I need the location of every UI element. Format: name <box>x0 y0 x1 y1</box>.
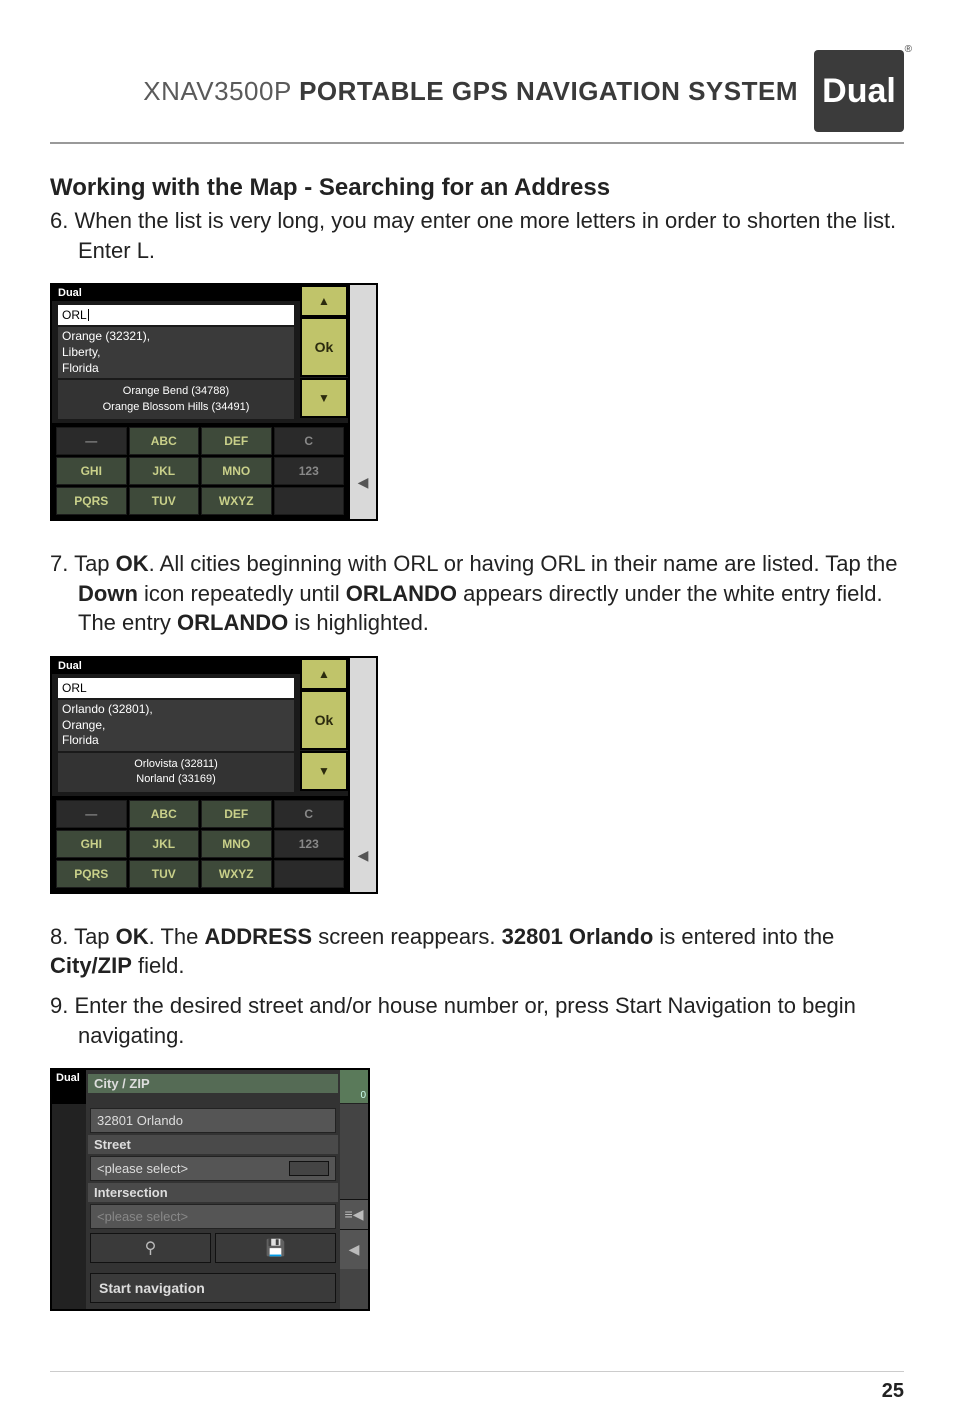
key-clear[interactable]: C <box>274 800 345 828</box>
street-label: Street <box>88 1135 338 1154</box>
product-tagline: PORTABLE GPS NAVIGATION SYSTEM <box>299 76 798 106</box>
satellite-indicator: 0 <box>340 1070 368 1104</box>
device-brand-label: Dual <box>52 1070 86 1104</box>
keypad: — ABC DEF C GHI JKL MNO 123 PQRS TUV WXY… <box>52 796 348 892</box>
step-7: 7. Tap OK. All cities beginning with ORL… <box>50 549 904 638</box>
scroll-up-button[interactable] <box>300 285 348 317</box>
back-button[interactable] <box>340 1229 368 1269</box>
registered-mark: ® <box>905 44 912 55</box>
key-clear[interactable]: C <box>274 427 345 455</box>
key-tuv[interactable]: TUV <box>129 860 200 888</box>
arrow-down-icon <box>318 389 330 407</box>
arrow-up-icon <box>318 665 330 683</box>
key-blank <box>274 487 345 515</box>
ok-button[interactable]: Ok <box>300 690 348 750</box>
key-mno[interactable]: MNO <box>201 457 272 485</box>
key-space[interactable]: — <box>56 800 127 828</box>
key-pqrs[interactable]: PQRS <box>56 487 127 515</box>
result-list[interactable]: Orange Bend (34788) Orange Blossom Hills… <box>58 380 294 419</box>
key-abc[interactable]: ABC <box>129 800 200 828</box>
search-input[interactable]: ORL <box>58 678 294 698</box>
key-mno[interactable]: MNO <box>201 830 272 858</box>
device-brand-label: Dual <box>52 658 300 674</box>
key-wxyz[interactable]: WXYZ <box>201 860 272 888</box>
result-list[interactable]: Orlovista (32811) Norland (33169) <box>58 753 294 792</box>
selected-result[interactable]: Orange (32321), Liberty, Florida <box>58 327 294 378</box>
keypad: — ABC DEF C GHI JKL MNO 123 PQRS TUV WXY… <box>52 423 348 519</box>
scroll-down-button[interactable] <box>300 751 348 791</box>
product-model: XNAV3500P <box>143 76 291 106</box>
product-title: XNAV3500P PORTABLE GPS NAVIGATION SYSTEM <box>143 76 798 107</box>
screenshot-3: Dual City / ZIP 0 32801 Orlando Street <… <box>50 1068 904 1311</box>
device-side-panel <box>350 283 378 521</box>
zoom-button[interactable]: ⚲ <box>90 1233 211 1263</box>
list-item[interactable]: Orange Bend (34788) <box>64 384 288 399</box>
list-item[interactable]: Orlovista (32811) <box>64 757 288 772</box>
key-123[interactable]: 123 <box>274 457 345 485</box>
house-number-input[interactable] <box>289 1161 329 1176</box>
key-123[interactable]: 123 <box>274 830 345 858</box>
magnifier-icon: ⚲ <box>145 1238 157 1258</box>
page-footer: 25 <box>50 1371 904 1380</box>
back-icon <box>349 1241 360 1258</box>
arrow-down-icon <box>318 762 330 780</box>
arrow-up-icon <box>318 292 330 310</box>
brand-logo-text: Dual <box>822 72 896 111</box>
satellite-count: 0 <box>360 1090 366 1101</box>
back-icon[interactable] <box>358 474 369 491</box>
section-title: Working with the Map - Searching for an … <box>50 174 904 202</box>
city-zip-input[interactable]: 32801 Orlando <box>90 1108 336 1133</box>
key-blank <box>274 860 345 888</box>
search-input[interactable]: ORL <box>58 305 294 325</box>
step-6: 6. When the list is very long, you may e… <box>50 206 904 265</box>
key-def[interactable]: DEF <box>201 427 272 455</box>
key-jkl[interactable]: JKL <box>129 830 200 858</box>
screenshot-2: Dual ORL Orlando (32801), Orange, Florid… <box>50 656 904 894</box>
selected-result[interactable]: Orlando (32801), Orange, Florida <box>58 700 294 751</box>
text-cursor <box>88 309 89 321</box>
list-back-icon: ≡◀ <box>345 1206 364 1223</box>
device-brand-label: Dual <box>52 285 300 301</box>
menu-button[interactable]: ≡◀ <box>340 1199 368 1229</box>
city-zip-label: City / ZIP <box>88 1074 338 1093</box>
header-rule <box>50 142 904 144</box>
list-item[interactable]: Norland (33169) <box>64 772 288 787</box>
start-navigation-button[interactable]: Start navigation <box>90 1273 336 1303</box>
street-input[interactable]: <please select> <box>97 1161 285 1176</box>
step-6-line1: 6. When the list is very long, you may e… <box>50 208 896 233</box>
step-8: 8. Tap OK. The ADDRESS screen reappears.… <box>50 922 904 981</box>
key-abc[interactable]: ABC <box>129 427 200 455</box>
page-header: XNAV3500P PORTABLE GPS NAVIGATION SYSTEM… <box>50 50 904 132</box>
key-wxyz[interactable]: WXYZ <box>201 487 272 515</box>
intersection-input[interactable]: <please select> <box>90 1204 336 1229</box>
save-button[interactable]: 💾 <box>215 1233 336 1263</box>
device-side-panel <box>350 656 378 894</box>
list-item[interactable]: Orange Blossom Hills (34491) <box>64 400 288 415</box>
floppy-icon: 💾 <box>266 1238 286 1258</box>
key-def[interactable]: DEF <box>201 800 272 828</box>
back-icon[interactable] <box>358 847 369 864</box>
scroll-down-button[interactable] <box>300 378 348 418</box>
key-tuv[interactable]: TUV <box>129 487 200 515</box>
intersection-label: Intersection <box>88 1183 338 1202</box>
ok-button[interactable]: Ok <box>300 317 348 377</box>
key-space[interactable]: — <box>56 427 127 455</box>
brand-logo: Dual ® <box>814 50 904 132</box>
scroll-up-button[interactable] <box>300 658 348 690</box>
step-9: 9. Enter the desired street and/or house… <box>50 991 904 1050</box>
screenshot-1: Dual ORL Orange (32321), Liberty, Florid… <box>50 283 904 521</box>
step-6-line2: Enter L. <box>50 236 155 266</box>
key-ghi[interactable]: GHI <box>56 457 127 485</box>
key-ghi[interactable]: GHI <box>56 830 127 858</box>
street-input-row: <please select> <box>90 1156 336 1181</box>
key-jkl[interactable]: JKL <box>129 457 200 485</box>
page-number: 25 <box>882 1380 904 1403</box>
key-pqrs[interactable]: PQRS <box>56 860 127 888</box>
